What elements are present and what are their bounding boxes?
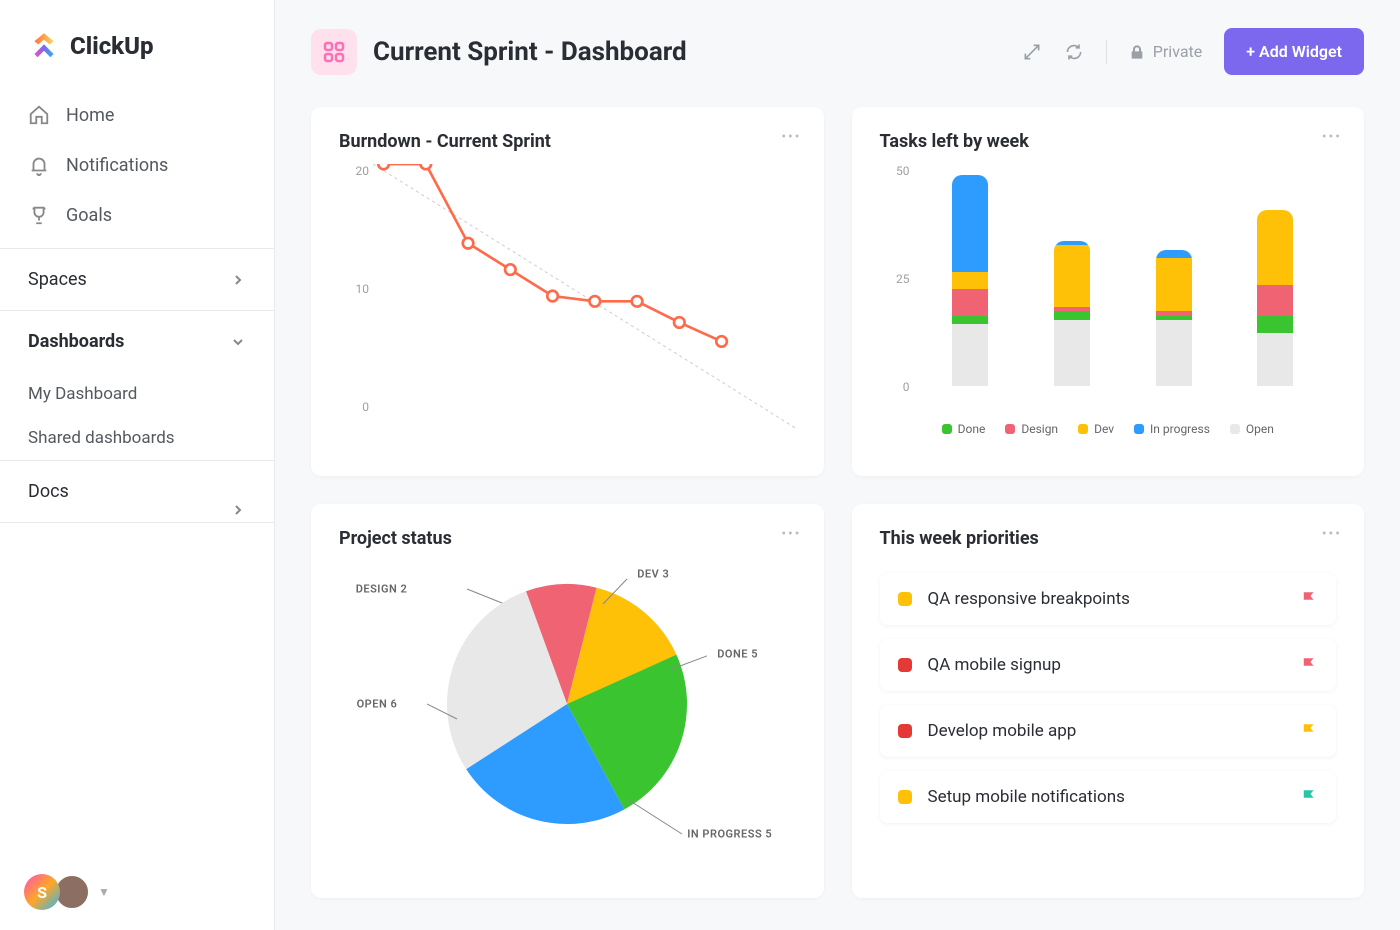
pie-label-IN PROGRESS: IN PROGRESS 5 [687,827,772,840]
nav-home[interactable]: Home [0,90,274,140]
widget-title: Burndown - Current Sprint [339,131,796,152]
tasks-left-chart: 50 25 0 [880,164,1337,414]
widget-title: Tasks left by week [880,131,1337,152]
status-dot [898,592,912,606]
widgets-grid: Burndown - Current Sprint ••• 20 10 0 [275,75,1400,930]
flag-icon [1300,656,1318,674]
widget-menu[interactable]: ••• [781,526,801,542]
home-icon [28,104,50,126]
nav-list: Home Notifications Goals [0,82,274,248]
private-label: Private [1153,42,1202,61]
bell-icon [28,154,50,176]
refresh-icon[interactable] [1064,42,1084,62]
y-axis: 20 10 0 [339,164,369,414]
chevron-down-icon [230,334,246,350]
sidebar-item-my-dashboard[interactable]: My Dashboard [0,372,274,416]
pie-label-DEV: DEV 3 [637,567,669,580]
brand-name: ClickUp [70,32,154,60]
trophy-icon [28,204,50,226]
section-label: Docs [28,481,69,502]
legend-Dev[interactable]: Dev [1078,422,1114,436]
sub-label: Shared dashboards [28,428,175,448]
widget-priorities: This week priorities ••• QA responsive b… [852,504,1365,899]
widget-title: Project status [339,528,796,549]
chevron-right-icon [230,272,246,288]
flag-icon [1300,722,1318,740]
bar-W4[interactable] [1257,210,1293,386]
legend-Done[interactable]: Done [942,422,986,436]
priority-label: Setup mobile notifications [928,787,1285,807]
priority-label: QA responsive breakpoints [928,589,1285,609]
nav-label: Home [66,105,114,126]
widget-burndown: Burndown - Current Sprint ••• 20 10 0 [311,107,824,476]
pie-chart: DESIGN 2 DEV 3 DONE 5 IN PROGRESS 5 OPEN 6 [339,549,796,859]
burndown-chart: 20 10 0 [339,164,796,434]
widget-menu[interactable]: ••• [1322,526,1342,542]
section-docs[interactable]: Docs [0,460,274,523]
expand-icon[interactable] [1022,42,1042,62]
status-dot [898,658,912,672]
bar-W1[interactable] [952,175,988,386]
chevron-right-icon [230,502,246,518]
pie-svg [427,564,707,844]
pie-label-OPEN: OPEN 6 [357,697,398,710]
nav-label: Notifications [66,155,168,176]
chevron-down-icon: ▼ [98,885,110,899]
legend: Done Design Dev In progress Open [880,422,1337,436]
dashboard-icon [311,29,357,75]
flag-icon [1300,788,1318,806]
section-dashboards[interactable]: Dashboards [0,310,274,372]
nav-goals[interactable]: Goals [0,190,274,240]
pie-label-DESIGN: DESIGN 2 [356,582,408,595]
widget-menu[interactable]: ••• [1322,129,1342,145]
flag-icon [1300,590,1318,608]
priority-label: Develop mobile app [928,721,1285,741]
legend-Design[interactable]: Design [1005,422,1058,436]
page-title: Current Sprint - Dashboard [373,37,1006,67]
status-dot [898,790,912,804]
sub-label: My Dashboard [28,384,137,404]
section-label: Dashboards [28,331,124,352]
section-spaces[interactable]: Spaces [0,248,274,310]
divider [1106,40,1107,64]
nav-label: Goals [66,205,112,226]
y-axis: 50 25 0 [880,164,910,394]
clickup-logo-icon [28,30,60,62]
widget-project-status: Project status ••• DESIGN 2 DEV 3 DONE 5 IN… [311,504,824,899]
priority-label: QA mobile signup [928,655,1285,675]
priority-item[interactable]: Setup mobile notifications [880,771,1337,823]
bar-W3[interactable] [1156,250,1192,386]
nav-notifications[interactable]: Notifications [0,140,274,190]
topbar: Current Sprint - Dashboard Private + Add… [275,0,1400,75]
sidebar: ClickUp Home Notifications Goals Spaces … [0,0,275,930]
burndown-svg [373,164,796,428]
priority-item[interactable]: Develop mobile app [880,705,1337,757]
lock-icon [1129,44,1145,60]
pie-label-DONE: DONE 5 [717,647,758,660]
add-widget-button[interactable]: + Add Widget [1224,28,1364,75]
priority-item[interactable]: QA responsive breakpoints [880,573,1337,625]
sidebar-item-shared-dashboards[interactable]: Shared dashboards [0,416,274,460]
legend-Open[interactable]: Open [1230,422,1274,436]
priority-list: QA responsive breakpoints QA mobile sign… [880,573,1337,823]
widget-menu[interactable]: ••• [781,129,801,145]
legend-In progress[interactable]: In progress [1134,422,1210,436]
user-avatar-row[interactable]: S ▼ [0,854,274,930]
widget-tasks-left: Tasks left by week ••• 50 25 0 Done Desig… [852,107,1365,476]
main: Current Sprint - Dashboard Private + Add… [275,0,1400,930]
grid-icon [322,40,346,64]
status-dot [898,724,912,738]
logo[interactable]: ClickUp [0,0,274,82]
section-label: Spaces [28,269,87,290]
privacy-toggle[interactable]: Private [1129,42,1202,61]
avatar-initial: S [24,874,60,910]
bars-container [920,164,1327,386]
top-actions: Private + Add Widget [1022,28,1364,75]
priority-item[interactable]: QA mobile signup [880,639,1337,691]
bar-W2[interactable] [1054,241,1090,386]
widget-title: This week priorities [880,528,1337,549]
